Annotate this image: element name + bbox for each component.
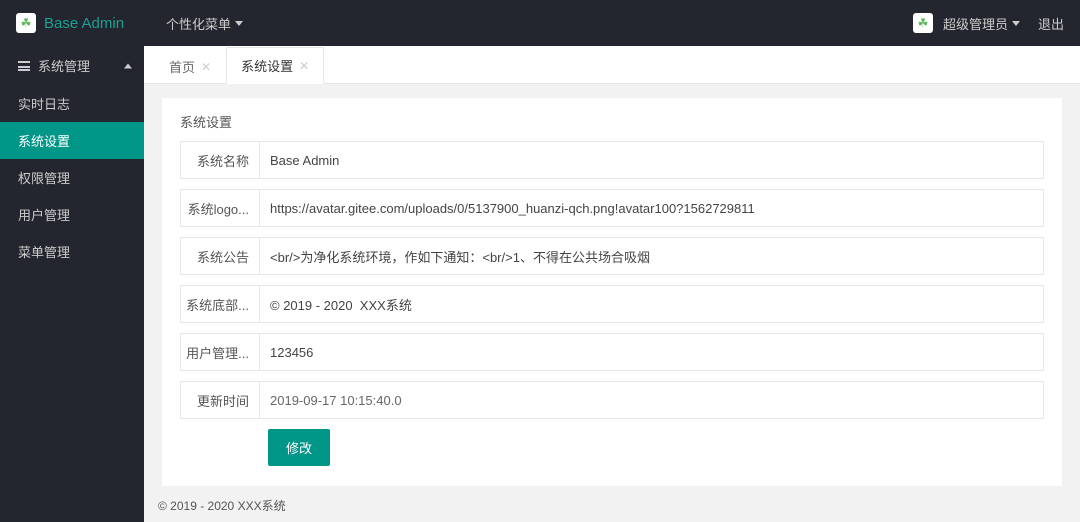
system-footer-input[interactable]: [259, 286, 1043, 322]
sidebar-item-label: 菜单管理: [18, 245, 70, 260]
logout-link[interactable]: 退出: [1038, 14, 1064, 33]
tabs: 首页 ✕ 系统设置 ✕: [144, 46, 1080, 84]
sidebar-item-label: 实时日志: [18, 97, 70, 112]
form-row-usermgmt: 用户管理...: [180, 333, 1044, 371]
personalize-menu[interactable]: 个性化菜单: [166, 14, 243, 33]
sidebar-item-log[interactable]: 实时日志: [0, 85, 144, 122]
sidebar-group-label: 系统管理: [38, 56, 90, 75]
user-dropdown[interactable]: ☘ 超级管理员: [913, 13, 1020, 33]
submit-button[interactable]: 修改: [268, 429, 330, 466]
tab-home[interactable]: 首页 ✕: [154, 48, 226, 84]
form-row-logo: 系统logo...: [180, 189, 1044, 227]
form-row-update: 更新时间: [180, 381, 1044, 419]
user-name: 超级管理员: [943, 14, 1008, 33]
header: ☘ Base Admin 个性化菜单 ☘ 超级管理员 退出: [0, 0, 1080, 46]
body: 系统管理 实时日志 系统设置 权限管理 用户管理 菜单管理 首页 ✕ 系统设置 …: [0, 46, 1080, 522]
logo-icon: ☘: [16, 13, 36, 33]
caret-down-icon: [1012, 21, 1020, 26]
brand-title: Base Admin: [44, 15, 124, 32]
sidebar-item-settings[interactable]: 系统设置: [0, 122, 144, 159]
bars-icon: [18, 61, 30, 71]
user-manage-input[interactable]: [259, 334, 1043, 370]
avatar-icon: ☘: [913, 13, 933, 33]
field-label: 用户管理...: [181, 343, 259, 362]
close-icon[interactable]: ✕: [299, 59, 309, 73]
system-notice-input[interactable]: [259, 238, 1043, 274]
footer-text: © 2019 - 2020 XXX系统: [158, 497, 286, 514]
sidebar-group-system[interactable]: 系统管理: [0, 46, 144, 85]
caret-up-icon: [124, 63, 132, 68]
personalize-menu-label: 个性化菜单: [166, 14, 231, 33]
close-icon[interactable]: ✕: [201, 60, 211, 74]
sidebar-item-user[interactable]: 用户管理: [0, 196, 144, 233]
form-row-notice: 系统公告: [180, 237, 1044, 275]
sidebar-item-label: 权限管理: [18, 171, 70, 186]
field-label: 更新时间: [181, 391, 259, 410]
tab-label: 首页: [169, 57, 195, 76]
settings-panel: 系统设置 系统名称 系统logo... 系统公告 系统底部... 用户管理...: [162, 98, 1062, 486]
content: 首页 ✕ 系统设置 ✕ 系统设置 系统名称 系统logo... 系统公告: [144, 46, 1080, 522]
logo-box: ☘ Base Admin: [16, 13, 156, 33]
field-label: 系统名称: [181, 151, 259, 170]
form-row-footer: 系统底部...: [180, 285, 1044, 323]
panel-title: 系统设置: [180, 112, 1044, 141]
sidebar: 系统管理 实时日志 系统设置 权限管理 用户管理 菜单管理: [0, 46, 144, 522]
caret-down-icon: [235, 21, 243, 26]
tab-settings[interactable]: 系统设置 ✕: [226, 47, 324, 84]
sidebar-item-permission[interactable]: 权限管理: [0, 159, 144, 196]
sidebar-item-label: 系统设置: [18, 134, 70, 149]
form-actions: 修改: [180, 429, 1044, 466]
system-name-input[interactable]: [259, 142, 1043, 178]
system-logo-input[interactable]: [259, 190, 1043, 226]
form-row-name: 系统名称: [180, 141, 1044, 179]
tab-label: 系统设置: [241, 56, 293, 75]
sidebar-item-menu[interactable]: 菜单管理: [0, 233, 144, 270]
field-label: 系统logo...: [181, 199, 259, 218]
field-label: 系统底部...: [181, 295, 259, 314]
update-time-input: [259, 382, 1043, 418]
sidebar-item-label: 用户管理: [18, 208, 70, 223]
field-label: 系统公告: [181, 247, 259, 266]
